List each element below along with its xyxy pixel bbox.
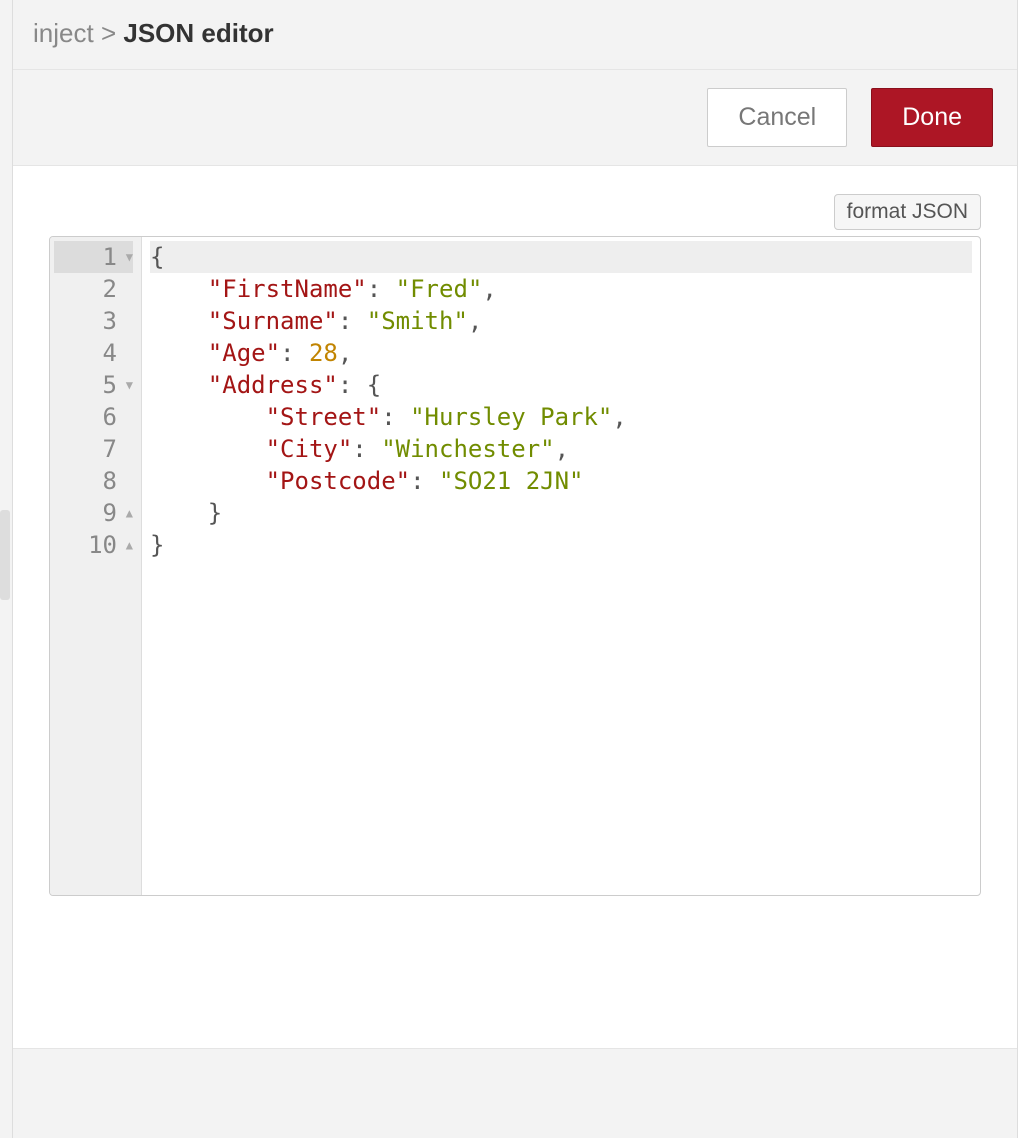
token-punc: : <box>338 371 367 399</box>
format-row: format JSON <box>49 194 981 230</box>
code-line[interactable]: "FirstName": "Fred", <box>150 273 972 305</box>
token-key: "Street" <box>266 403 382 431</box>
gutter-line[interactable]: 3 <box>54 305 133 337</box>
token-key: "Age" <box>208 339 280 367</box>
code-line[interactable]: "Street": "Hursley Park", <box>150 401 972 433</box>
token-punc: } <box>150 531 164 559</box>
line-number: 1 <box>103 241 117 273</box>
line-number: 8 <box>103 465 117 497</box>
gutter-line[interactable]: 6 <box>54 401 133 433</box>
token-str: "Fred" <box>396 275 483 303</box>
code-line[interactable]: { <box>150 241 972 273</box>
token-punc: : <box>410 467 439 495</box>
token-punc: , <box>482 275 496 303</box>
editor-main: format JSON 1▼2345▼6789▲10▲ { "FirstName… <box>13 166 1017 1048</box>
token-punc: : <box>381 403 410 431</box>
token-key: "Address" <box>208 371 338 399</box>
token-punc: , <box>555 435 569 463</box>
breadcrumb-separator: > <box>101 18 116 48</box>
breadcrumb-parent[interactable]: inject <box>33 18 94 48</box>
line-gutter[interactable]: 1▼2345▼6789▲10▲ <box>50 237 142 895</box>
dialog-toolbar: Cancel Done <box>13 70 1017 166</box>
token-punc: { <box>150 243 164 271</box>
json-editor-panel: inject > JSON editor Cancel Done format … <box>12 0 1018 1138</box>
line-number: 10 <box>88 529 117 561</box>
gutter-line[interactable]: 9▲ <box>54 497 133 529</box>
token-str: "SO21 2JN" <box>439 467 584 495</box>
gutter-line[interactable]: 4 <box>54 337 133 369</box>
code-area[interactable]: { "FirstName": "Fred", "Surname": "Smith… <box>142 237 980 895</box>
left-edge-handle[interactable] <box>0 510 10 600</box>
code-line[interactable]: "Postcode": "SO21 2JN" <box>150 465 972 497</box>
token-str: "Winchester" <box>381 435 554 463</box>
token-punc: : <box>352 435 381 463</box>
token-punc: { <box>367 371 381 399</box>
token-num: 28 <box>309 339 338 367</box>
code-line[interactable]: "Surname": "Smith", <box>150 305 972 337</box>
code-line[interactable]: } <box>150 497 972 529</box>
token-punc: : <box>338 307 367 335</box>
breadcrumb-current: JSON editor <box>123 18 273 48</box>
token-key: "Surname" <box>208 307 338 335</box>
token-str: "Hursley Park" <box>410 403 612 431</box>
fold-open-icon[interactable]: ▼ <box>121 251 133 263</box>
fold-close-icon[interactable]: ▲ <box>121 539 133 551</box>
token-key: "City" <box>266 435 353 463</box>
gutter-line[interactable]: 8 <box>54 465 133 497</box>
gutter-line[interactable]: 10 ▲ <box>54 529 133 561</box>
token-punc: : <box>367 275 396 303</box>
footer-spacer <box>13 1048 1017 1138</box>
code-line[interactable]: "Address": { <box>150 369 972 401</box>
line-number: 9 <box>103 497 117 529</box>
code-line[interactable]: } <box>150 529 972 561</box>
fold-open-icon[interactable]: ▼ <box>121 379 133 391</box>
token-key: "FirstName" <box>208 275 367 303</box>
done-button[interactable]: Done <box>871 88 993 147</box>
line-number: 4 <box>103 337 117 369</box>
breadcrumb: inject > JSON editor <box>13 0 1017 70</box>
line-number: 6 <box>103 401 117 433</box>
gutter-line[interactable]: 5▼ <box>54 369 133 401</box>
code-line[interactable]: "Age": 28, <box>150 337 972 369</box>
line-number: 5 <box>103 369 117 401</box>
token-str: "Smith" <box>367 307 468 335</box>
gutter-line[interactable]: 1▼ <box>54 241 133 273</box>
token-key: "Postcode" <box>266 467 411 495</box>
line-number: 2 <box>103 273 117 305</box>
line-number: 3 <box>103 305 117 337</box>
gutter-line[interactable]: 2 <box>54 273 133 305</box>
code-editor[interactable]: 1▼2345▼6789▲10▲ { "FirstName": "Fred", "… <box>49 236 981 896</box>
format-json-button[interactable]: format JSON <box>834 194 981 230</box>
token-punc: , <box>338 339 352 367</box>
line-number: 7 <box>103 433 117 465</box>
token-punc: , <box>468 307 482 335</box>
token-punc: , <box>612 403 626 431</box>
cancel-button[interactable]: Cancel <box>707 88 847 147</box>
token-punc: } <box>208 499 222 527</box>
token-punc: : <box>280 339 309 367</box>
gutter-line[interactable]: 7 <box>54 433 133 465</box>
code-line[interactable]: "City": "Winchester", <box>150 433 972 465</box>
fold-close-icon[interactable]: ▲ <box>121 507 133 519</box>
